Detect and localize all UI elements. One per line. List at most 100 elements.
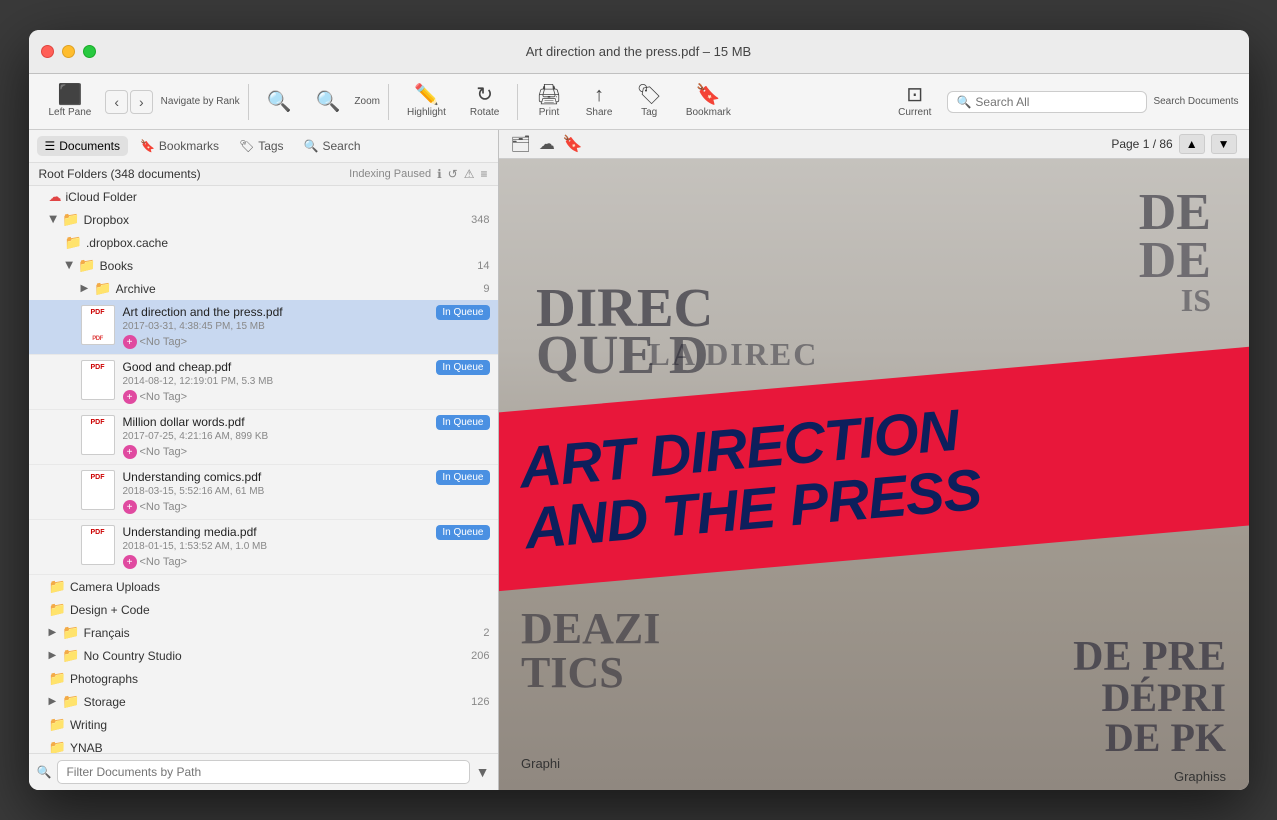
current-button[interactable]: ⊡ Current: [888, 81, 941, 122]
triangle-archive[interactable]: ▶: [81, 283, 89, 294]
back-button[interactable]: ‹: [105, 90, 128, 114]
filter-bar: 🔍 ▼: [29, 753, 498, 790]
sidebar-item-no-country-studio[interactable]: ▶ 📁 No Country Studio 206: [29, 644, 498, 667]
in-queue-badge-4: In Queue: [436, 525, 489, 540]
tab-tags[interactable]: 🏷 Tags: [231, 136, 292, 156]
pdf-background: DIREC QUE D DE DE IS ART DIRECTION A: [499, 159, 1249, 790]
print-icon: 🖨: [536, 85, 561, 105]
add-tag-button-1[interactable]: +: [123, 390, 137, 404]
mag-caption-bottom: Graphi: [521, 756, 560, 771]
pdf-tag-2: + <No Tag>: [123, 445, 429, 459]
in-queue-badge-0: In Queue: [436, 305, 489, 320]
pdf-info-2: Million dollar words.pdf 2017-07-25, 4:2…: [123, 415, 429, 459]
root-label: Root Folders (348 documents): [39, 167, 201, 181]
triangle-dropbox[interactable]: ▶: [47, 216, 58, 224]
sidebar-item-archive[interactable]: ▶ 📁 Archive 9: [29, 277, 498, 300]
francais-icon: 📁: [62, 624, 79, 641]
sidebar-item-dropbox-cache[interactable]: 📁 .dropbox.cache: [29, 231, 498, 254]
tab-documents[interactable]: ☰ Documents: [37, 136, 128, 156]
indexing-label: Indexing Paused: [349, 168, 431, 180]
maximize-button[interactable]: [83, 45, 96, 58]
share-icon: ↑: [594, 85, 604, 105]
cache-folder-icon: 📁: [65, 234, 82, 251]
triangle-books[interactable]: ▶: [63, 262, 74, 270]
bookmarks-icon: 🔖: [140, 139, 155, 153]
books-label: Books: [100, 259, 133, 273]
zoom-in-button[interactable]: 🔍: [306, 88, 351, 116]
no-tag-label-2: <No Tag>: [140, 446, 188, 458]
design-code-icon: 📁: [49, 601, 66, 618]
sidebar-item-photographs[interactable]: 📁 Photographs: [29, 667, 498, 690]
icloud-folder-label: iCloud Folder: [66, 190, 137, 204]
pdf-item-4[interactable]: PDF Understanding media.pdf 2018-01-15, …: [29, 520, 498, 575]
storage-count: 126: [471, 696, 489, 708]
tab-bookmarks[interactable]: 🔖 Bookmarks: [132, 136, 227, 156]
pdf-item-0[interactable]: PDF PDF Art direction and the press.pdf …: [29, 300, 498, 355]
forward-button[interactable]: ›: [130, 90, 153, 114]
tab-documents-label: Documents: [59, 139, 120, 153]
sidebar-item-camera-uploads[interactable]: 📁 Camera Uploads: [29, 575, 498, 598]
window-title: Art direction and the press.pdf – 15 MB: [526, 44, 751, 59]
left-pane-button[interactable]: ⬛ Left Pane: [39, 81, 102, 122]
sidebar-item-writing[interactable]: 📁 Writing: [29, 713, 498, 736]
rotate-button[interactable]: ↻ Rotate: [460, 81, 509, 122]
tags-icon: 🏷: [239, 139, 254, 153]
filter-options-button[interactable]: ▼: [476, 764, 490, 780]
warning-icon: ⚠: [464, 167, 475, 181]
share-button[interactable]: ↑ Share: [576, 81, 623, 122]
bookmark-icon: 🔖: [696, 85, 721, 105]
triangle-francais[interactable]: ▶: [49, 627, 57, 638]
sidebar-item-storage[interactable]: ▶ 📁 Storage 126: [29, 690, 498, 713]
pdf-tag-3: + <No Tag>: [123, 500, 429, 514]
titlebar: Art direction and the press.pdf – 15 MB: [29, 30, 1249, 74]
separator-2: [388, 84, 389, 120]
pdf-item-3[interactable]: PDF Understanding comics.pdf 2018-03-15,…: [29, 465, 498, 520]
add-tag-button-3[interactable]: +: [123, 500, 137, 514]
add-tag-button-0[interactable]: +: [123, 335, 137, 349]
no-tag-label-0: <No Tag>: [140, 336, 188, 348]
sidebar-item-design-code[interactable]: 📁 Design + Code: [29, 598, 498, 621]
refresh-icon[interactable]: ↺: [448, 167, 458, 181]
mag-depri: DÉPRI: [1073, 678, 1226, 718]
tag-button[interactable]: 🏷 Tag: [626, 81, 671, 122]
sidebar-header: Root Folders (348 documents) Indexing Pa…: [29, 163, 498, 186]
viewer-folder-icon[interactable]: 🗂: [511, 134, 531, 154]
page-down-button[interactable]: ▼: [1211, 134, 1237, 154]
page-up-button[interactable]: ▲: [1179, 134, 1205, 154]
search-box: 🔍: [947, 91, 1147, 113]
sidebar-item-dropbox[interactable]: ▶ 📁 Dropbox 348: [29, 208, 498, 231]
navigate-label: Navigate by Rank: [161, 96, 240, 107]
search-input[interactable]: [975, 95, 1138, 109]
camera-uploads-icon: 📁: [49, 578, 66, 595]
zoom-out-button[interactable]: 🔍: [257, 88, 302, 116]
photographs-icon: 📁: [49, 670, 66, 687]
highlight-button[interactable]: ✏️ Highlight: [397, 81, 456, 122]
tab-search[interactable]: 🔍 Search: [296, 136, 369, 156]
info-icon[interactable]: ℹ: [437, 167, 442, 181]
triangle-no-country[interactable]: ▶: [49, 650, 57, 661]
filter-input[interactable]: [57, 760, 469, 784]
viewer-cloud-icon[interactable]: ☁: [539, 134, 555, 154]
add-tag-button-2[interactable]: +: [123, 445, 137, 459]
sidebar-item-icloud[interactable]: ☁ iCloud Folder: [29, 186, 498, 208]
pdf-info-3: Understanding comics.pdf 2018-03-15, 5:5…: [123, 470, 429, 514]
sidebar-item-francais[interactable]: ▶ 📁 Français 2: [29, 621, 498, 644]
minimize-button[interactable]: [62, 45, 75, 58]
close-button[interactable]: [41, 45, 54, 58]
tag-icon: 🏷: [636, 85, 661, 105]
bookmark-button[interactable]: 🔖 Bookmark: [676, 81, 741, 122]
pdf-meta-2: 2017-07-25, 4:21:16 AM, 899 KB: [123, 431, 429, 442]
menu-icon[interactable]: ≡: [480, 167, 487, 181]
sidebar-item-ynab[interactable]: 📁 YNAB: [29, 736, 498, 753]
pdf-item-2[interactable]: PDF Million dollar words.pdf 2017-07-25,…: [29, 410, 498, 465]
triangle-storage[interactable]: ▶: [49, 696, 57, 707]
sidebar-item-books[interactable]: ▶ 📁 Books 14: [29, 254, 498, 277]
in-queue-badge-3: In Queue: [436, 470, 489, 485]
app-window: Art direction and the press.pdf – 15 MB …: [29, 30, 1249, 790]
pdf-thumb-4: PDF: [81, 525, 115, 565]
pdf-item-1[interactable]: PDF Good and cheap.pdf 2014-08-12, 12:19…: [29, 355, 498, 410]
add-tag-button-4[interactable]: +: [123, 555, 137, 569]
pdf-thumb-1: PDF: [81, 360, 115, 400]
print-button[interactable]: 🖨 Print: [526, 81, 571, 122]
viewer-bookmark-icon[interactable]: 🔖: [563, 134, 583, 154]
